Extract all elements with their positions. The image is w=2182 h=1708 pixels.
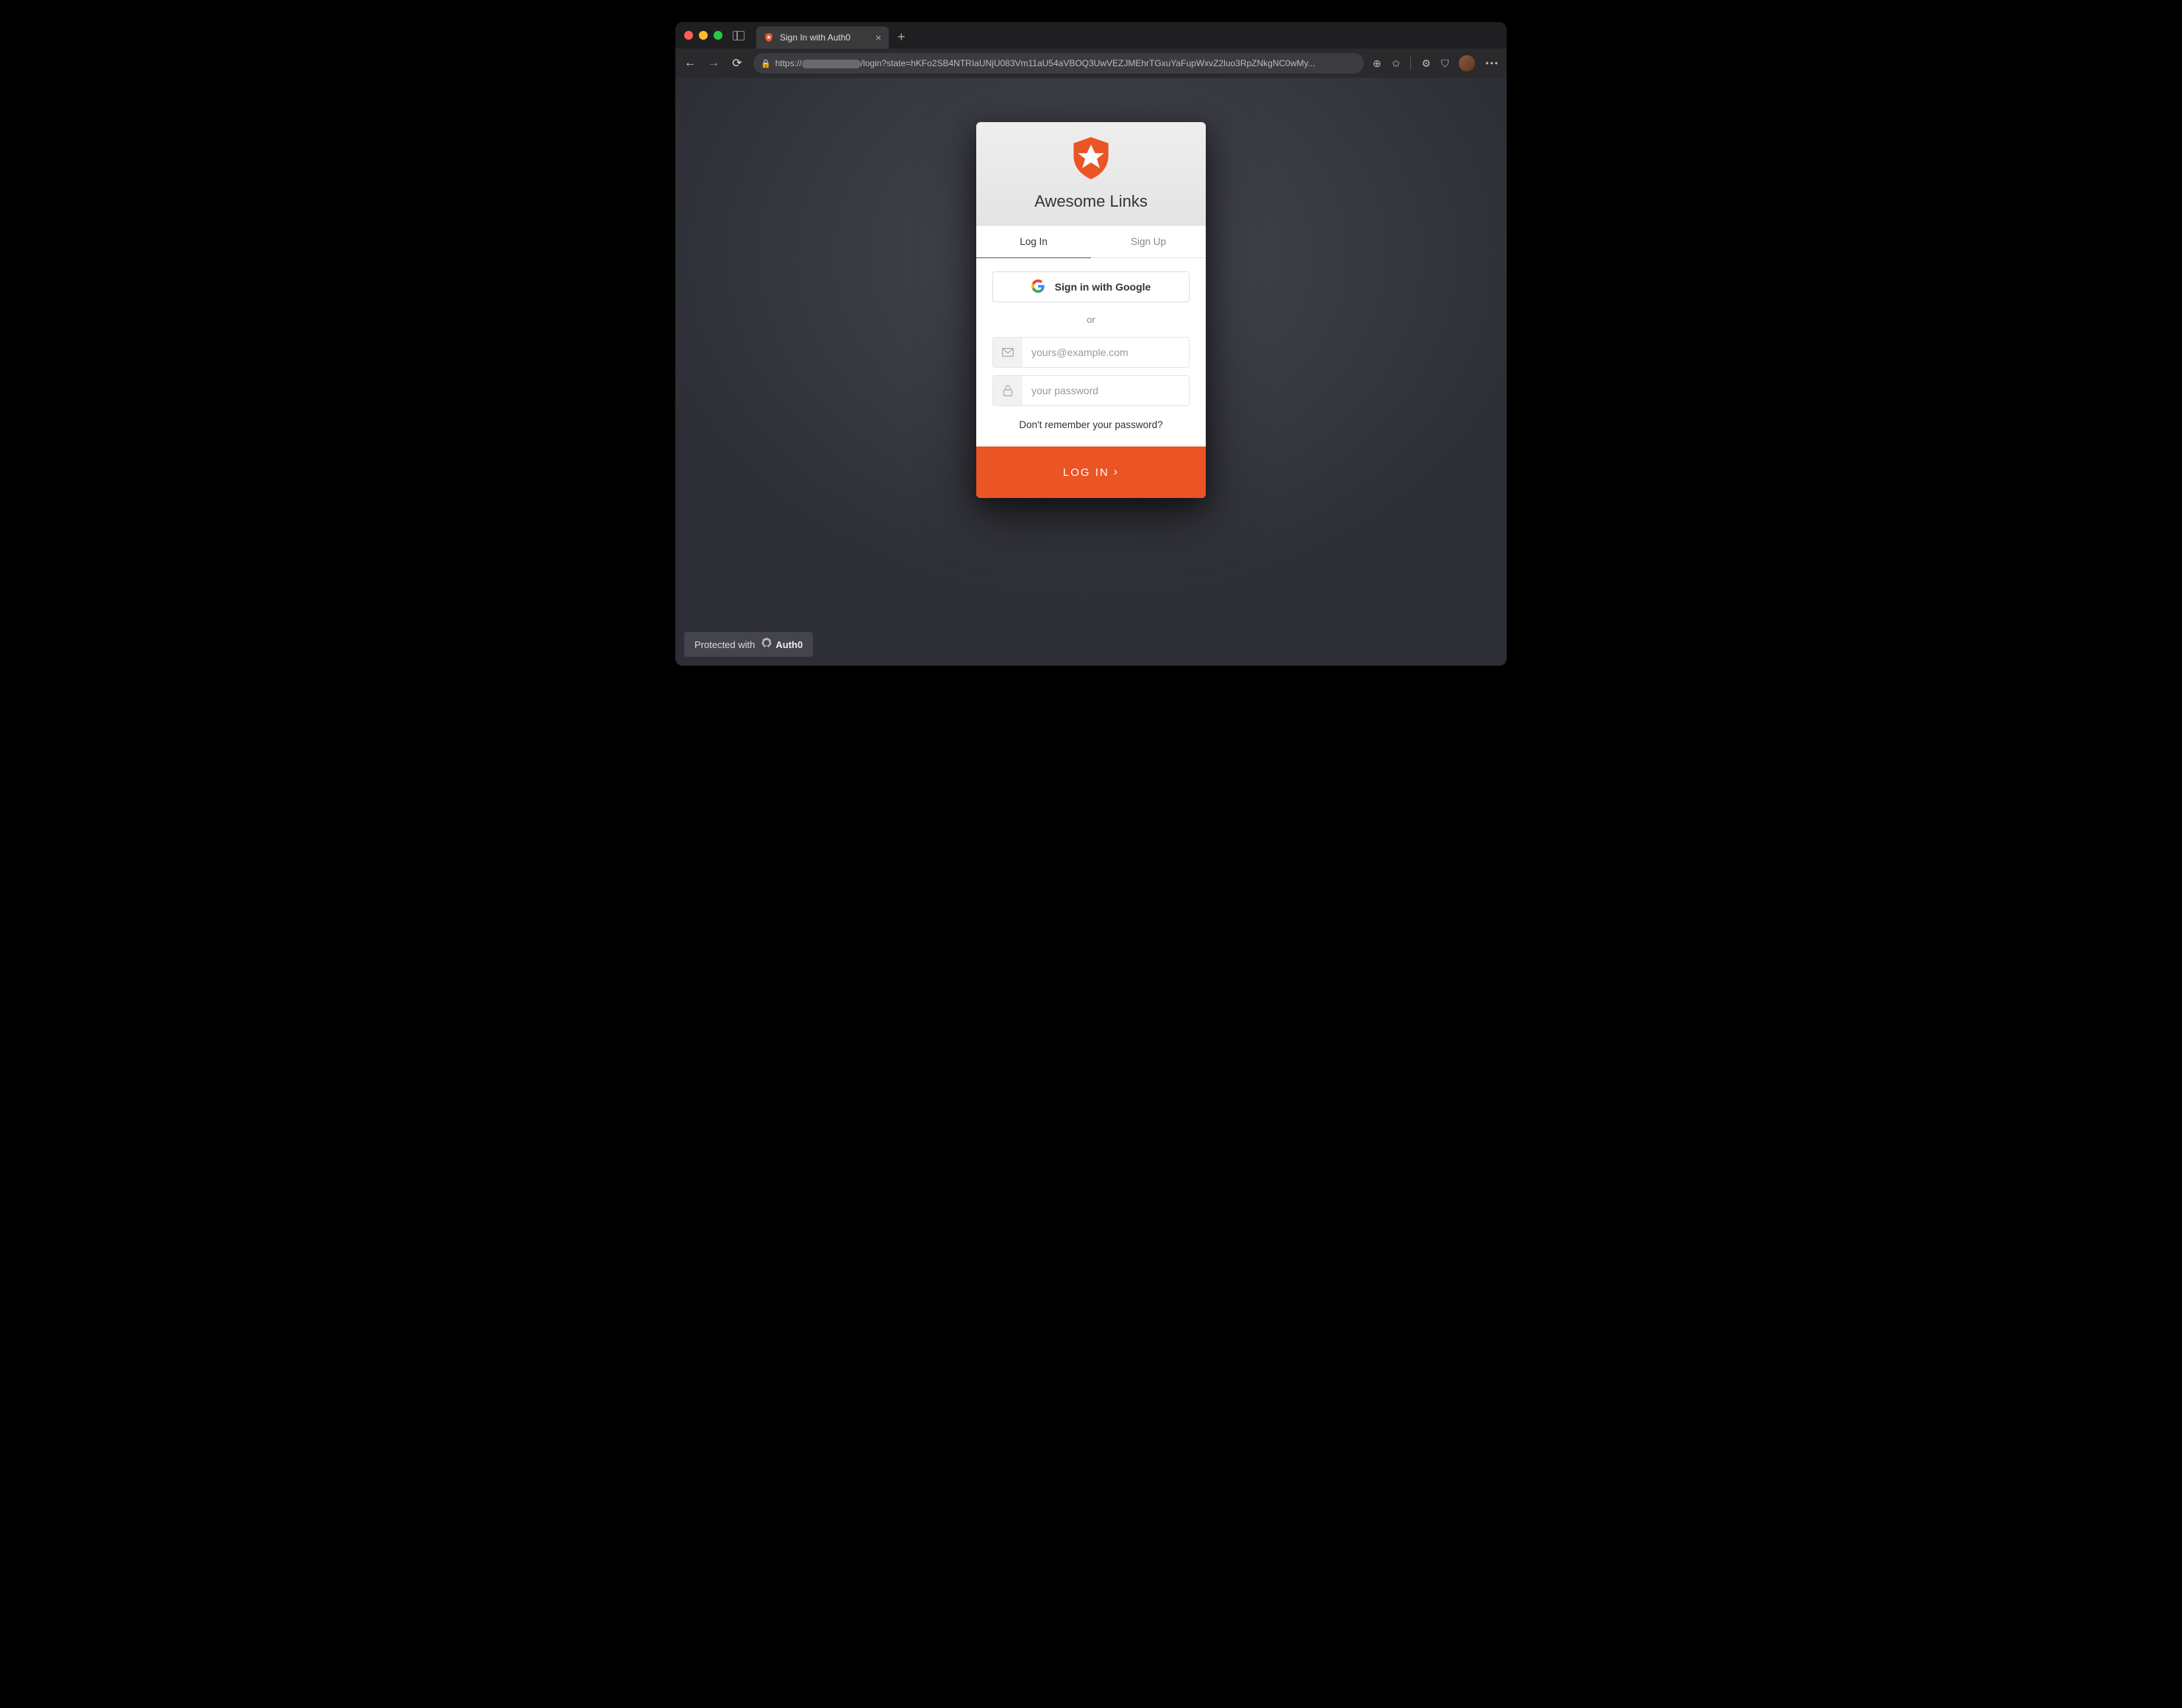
auth-tabs: Log In Sign Up [976, 226, 1206, 258]
chevron-right-icon: › [1114, 466, 1119, 479]
profile-avatar[interactable] [1459, 55, 1475, 71]
close-window-button[interactable] [684, 31, 693, 40]
url-path: /login?state=hKFo2SB4NTRIaUNjU083Vm11aU5… [861, 58, 1315, 68]
password-input-group [992, 375, 1190, 406]
reload-button[interactable]: ⟳ [730, 56, 744, 71]
forward-button[interactable]: → [706, 57, 721, 70]
tab-title: Sign In with Auth0 [780, 32, 850, 43]
favorite-icon[interactable]: ✩ [1392, 57, 1401, 70]
minimize-window-button[interactable] [699, 31, 708, 40]
browser-toolbar: ← → ⟳ 🔒 https:// /login?state=hKFo2SB4NTR… [675, 49, 1507, 78]
window-titlebar: Sign In with Auth0 × + [675, 22, 1507, 49]
lock-icon [993, 376, 1023, 405]
protected-badge: Protected with Auth0 [684, 632, 813, 657]
shield-logo-icon [1071, 135, 1111, 185]
url-scheme: https:// [775, 58, 802, 68]
login-submit-label: LOG IN [1063, 466, 1109, 479]
back-button[interactable]: ← [683, 57, 697, 70]
traffic-lights [684, 31, 722, 40]
toolbar-divider [1410, 57, 1411, 70]
browser-window: Sign In with Auth0 × + ← → ⟳ 🔒 https:// /… [675, 22, 1507, 666]
card-header: Awesome Links [976, 122, 1206, 226]
url-redacted [802, 60, 861, 68]
password-input[interactable] [1023, 376, 1189, 405]
auth0-brand-label: Auth0 [775, 639, 803, 650]
toolbar-actions: ⊕ ✩ ⚙ ⛉ ••• [1373, 55, 1499, 71]
new-tab-button[interactable]: + [898, 29, 906, 45]
auth0-brand: Auth0 [761, 638, 803, 651]
more-menu-button[interactable]: ••• [1485, 58, 1499, 68]
collections-icon[interactable]: ⛉ [1441, 57, 1449, 70]
google-signin-label: Sign in with Google [1055, 281, 1151, 293]
login-submit-button[interactable]: LOG IN › [976, 446, 1206, 498]
browser-tab[interactable]: Sign In with Auth0 × [756, 26, 889, 49]
card-body: Sign in with Google or Don't remember yo… [976, 258, 1206, 446]
page-viewport: Awesome Links Log In Sign Up [675, 78, 1507, 666]
maximize-window-button[interactable] [714, 31, 722, 40]
or-separator: or [992, 314, 1190, 325]
address-bar[interactable]: 🔒 https:// /login?state=hKFo2SB4NTRIaUNjU… [753, 53, 1364, 74]
close-tab-button[interactable]: × [875, 32, 881, 43]
tab-login[interactable]: Log In [976, 226, 1091, 257]
google-signin-button[interactable]: Sign in with Google [992, 271, 1190, 302]
sidebar-toggle-icon[interactable] [733, 31, 744, 40]
email-icon [993, 338, 1023, 367]
url-text: https:// /login?state=hKFo2SB4NTRIaUNjU08… [775, 58, 1357, 68]
email-input-group [992, 337, 1190, 368]
google-icon [1031, 280, 1045, 295]
auth0-logo-icon [761, 638, 772, 651]
forgot-password-link[interactable]: Don't remember your password? [992, 419, 1190, 430]
app-title: Awesome Links [976, 192, 1206, 211]
tab-signup[interactable]: Sign Up [1091, 226, 1206, 257]
protected-prefix: Protected with [694, 639, 755, 650]
tab-favicon-icon [764, 32, 774, 43]
login-card: Awesome Links Log In Sign Up [976, 122, 1206, 498]
lock-icon: 🔒 [761, 59, 771, 68]
extensions-icon[interactable]: ⚙ [1421, 57, 1431, 70]
zoom-icon[interactable]: ⊕ [1373, 57, 1382, 70]
email-input[interactable] [1023, 338, 1189, 367]
